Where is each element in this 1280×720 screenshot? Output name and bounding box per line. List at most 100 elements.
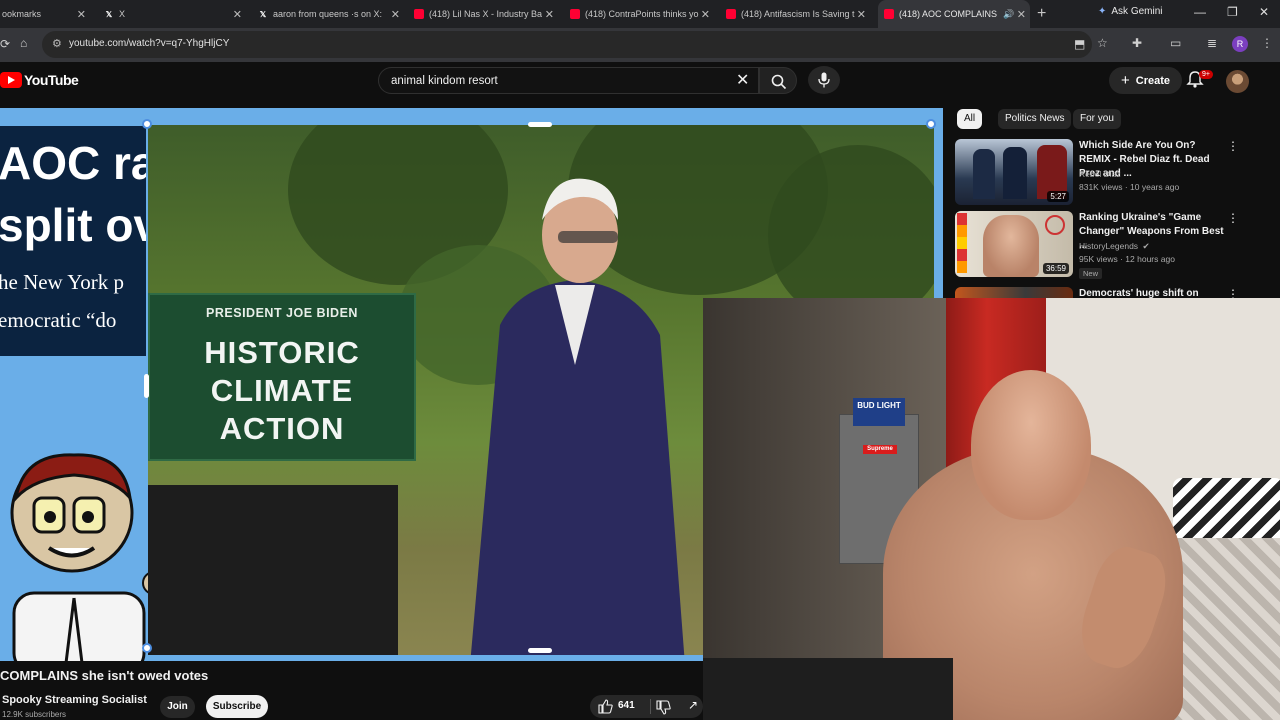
ask-gemini-button[interactable]: ✦ Ask Gemini [1098,6,1163,17]
new-tab-plus-icon[interactable]: + [1037,5,1046,23]
sidebar-panel-icon[interactable]: ▭ [1170,36,1181,50]
close-icon[interactable]: ✕ [77,8,86,21]
resize-handle-bl[interactable] [142,643,152,653]
duration-badge: 36:59 [1042,263,1069,274]
reload-icon[interactable]: ⟳ [0,37,10,51]
close-icon[interactable]: ✕ [545,8,554,21]
sign-line-2: CLIMATE [210,373,354,408]
plus-icon: + [1120,72,1130,89]
channel-name: HistoryLegends [1079,241,1139,251]
chip-for-you[interactable]: For you [1073,109,1121,129]
profile-avatar-icon[interactable]: R [1232,36,1248,52]
create-button[interactable]: + Create [1109,67,1182,94]
headline-line-4: emocratic “do [0,308,117,332]
resize-handle-left[interactable] [144,374,149,398]
resize-handle-tr[interactable] [926,119,936,129]
bud-light-box: BUD LIGHT [853,398,905,426]
x-icon: 𝕏 [105,9,113,19]
bookmark-star-icon[interactable]: ☆ [1097,36,1108,50]
news-headline-overlay: AOC ral split ove he New York p emocrati… [0,126,146,356]
new-badge: New [1079,268,1103,279]
restore-icon[interactable]: ❐ [1227,5,1238,19]
subscribe-button[interactable]: Subscribe [206,695,268,718]
youtube-logo-text: YouTube [24,72,79,88]
notification-count-badge: 9+ [1199,70,1213,79]
minimize-icon[interactable]: — [1194,5,1206,19]
youtube-play-icon [0,72,22,88]
video-thumbnail[interactable]: 36:59 [955,211,1073,277]
resize-handle-tl[interactable] [142,119,152,129]
youtube-header: YouTube animal kindom resort ✕ + Create … [0,62,1280,108]
man-in-suit [470,178,685,655]
recommendation-item[interactable]: 5:27 Which Side Are You On? REMIX - Rebe… [955,139,1255,207]
gemini-sparkle-icon: ✦ [1098,6,1107,17]
channel-name[interactable]: Spooky Streaming Socialist [2,694,147,706]
speaker-icon: 🔊 [1003,8,1015,19]
youtube-logo[interactable]: YouTube [0,72,79,88]
recommendation-item[interactable]: 36:59 Ranking Ukraine's "Game Changer" W… [955,211,1255,283]
browser-tab-bookmarks[interactable]: ookmarks ✕ [0,0,90,28]
like-dislike-group: 641 ↗ [590,695,703,718]
voice-search-button[interactable] [808,66,840,94]
chip-politics-news[interactable]: Politics News [998,109,1072,129]
site-info-icon[interactable]: ⚙ [52,37,62,50]
more-actions-icon[interactable]: ⋮ [1227,139,1239,153]
install-app-icon[interactable]: ⬒ [1074,37,1085,51]
x-icon: 𝕏 [259,9,267,19]
browser-menu-icon[interactable]: ⋮ [1261,36,1273,50]
browser-tab-aoc-complains[interactable]: (418) AOC COMPLAINS 🔊 ✕ [878,0,1030,28]
chip-all[interactable]: All [957,109,983,129]
reading-list-icon[interactable]: ≣ [1207,36,1217,50]
window-close-icon[interactable]: ✕ [1259,5,1269,19]
browser-tab-strip: ookmarks ✕ 𝕏 X ✕ 𝕏 aaron from queens ·s … [0,0,1280,28]
extensions-icon[interactable]: ✚ [1132,36,1142,50]
join-button[interactable]: Join [160,696,195,718]
browser-tab-antifascism[interactable]: (418) Antifascism Is Saving t ✕ [726,0,870,28]
sign-subtitle: PRESIDENT JOE BIDEN [206,306,358,320]
browser-tab-aaron[interactable]: 𝕏 aaron from queens ·s on X: ✕ [258,0,404,28]
close-icon[interactable]: ✕ [701,8,710,21]
microphone-icon [818,72,830,88]
recommendation-channel[interactable]: HistoryLegends ✔ [1079,241,1150,252]
youtube-icon [414,9,424,19]
like-separator [650,699,651,714]
subscriber-count: 12.9K subscribers [2,710,67,719]
recommendation-meta: 831K views · 10 years ago [1079,182,1180,192]
search-input[interactable]: animal kindom resort [378,67,759,94]
video-title: COMPLAINS she isn't owed votes [0,668,209,683]
close-icon[interactable]: ✕ [233,8,242,21]
streamer-head [971,370,1091,520]
tab-label: ookmarks [2,9,42,19]
cartoon-avatar [10,453,164,661]
browser-tab-contrapoints[interactable]: (418) ContraPoints thinks yo ✕ [570,0,714,28]
close-icon[interactable]: ✕ [1017,8,1026,21]
youtube-icon [884,9,894,19]
share-icon[interactable]: ↗ [688,698,698,712]
clear-search-icon[interactable]: ✕ [736,70,749,90]
podium [148,485,398,655]
close-icon[interactable]: ✕ [857,8,866,21]
url-text: youtube.com/watch?v=q7-YhgHljCY [69,38,230,49]
close-icon[interactable]: ✕ [391,8,400,21]
youtube-icon [726,9,736,19]
thumbs-up-icon[interactable] [598,699,613,714]
search-icon [771,74,787,90]
browser-tab-x[interactable]: 𝕏 X ✕ [104,0,246,28]
browser-toolbar: ⟳ ⌂ ⚙ youtube.com/watch?v=q7-YhgHljCY ⬒ … [0,28,1280,62]
supreme-sticker: Supreme [863,445,897,454]
sign-line-3: ACTION [219,411,345,446]
duration-badge: 5:27 [1047,191,1069,202]
sign-line-1: HISTORIC [204,335,360,370]
youtube-icon [570,9,580,19]
browser-tab-lil-nas-x[interactable]: (418) Lil Nas X - Industry Ba ✕ [414,0,558,28]
resize-handle-top[interactable] [528,122,552,127]
more-actions-icon[interactable]: ⋮ [1227,211,1239,225]
account-avatar[interactable] [1226,70,1249,93]
resize-handle-bottom[interactable] [528,648,552,653]
search-button[interactable] [759,67,797,94]
thumbs-down-icon[interactable] [656,700,671,715]
home-icon[interactable]: ⌂ [20,36,27,50]
webcam-overlay: BUD LIGHT Supreme [703,298,1280,720]
video-thumbnail[interactable]: 5:27 [955,139,1073,205]
recommendation-channel[interactable]: Rebel Diaz [1079,169,1121,179]
